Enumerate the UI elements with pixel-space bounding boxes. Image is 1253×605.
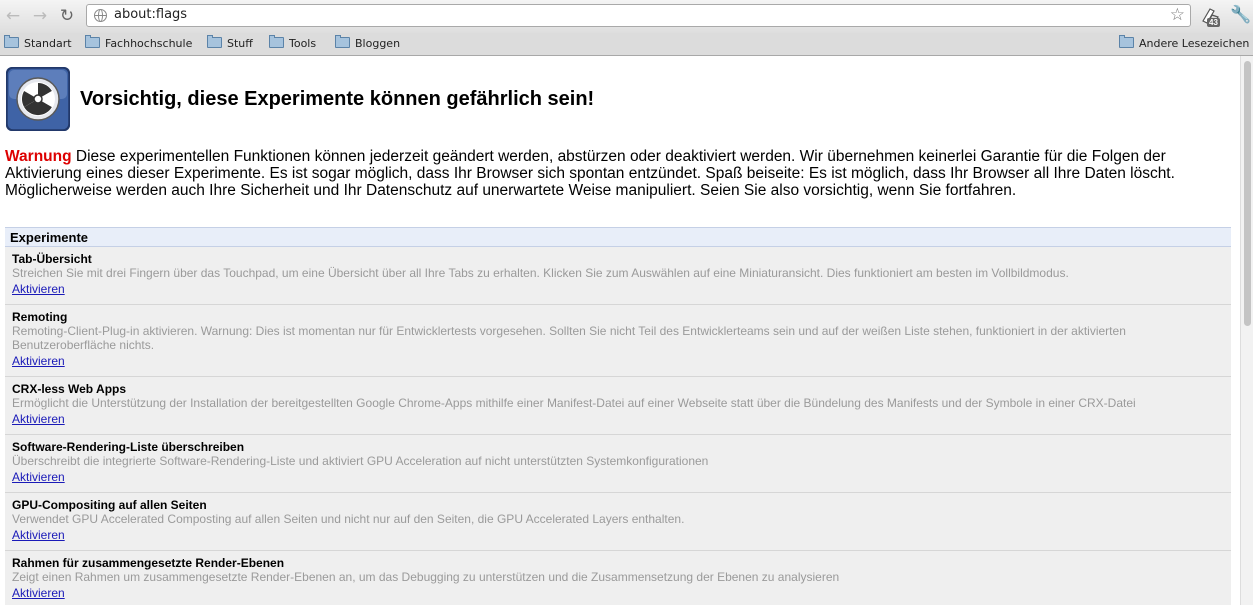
folder-icon: [335, 35, 350, 48]
url-text[interactable]: about:flags: [114, 7, 187, 22]
experiment-item: Software-Rendering-Liste überschreiben Üb…: [5, 435, 1231, 493]
bookmark-folder-other[interactable]: Andere Lesezeichen: [1119, 35, 1250, 52]
page-content: Vorsichtig, diese Experimente können gef…: [0, 56, 1240, 605]
address-bar[interactable]: about:flags ☆: [86, 4, 1191, 27]
experiments-section: Experimente Tab-Übersicht Streichen Sie m…: [5, 227, 1231, 605]
experiment-item: GPU-Compositing auf allen Seiten Verwende…: [5, 493, 1231, 551]
bookmark-star-icon[interactable]: ☆: [1170, 5, 1185, 26]
activate-link[interactable]: Aktivieren: [12, 412, 65, 426]
experiment-name: Remoting: [12, 310, 68, 324]
bookmark-folder-fachhochschule[interactable]: Fachhochschule: [85, 35, 193, 52]
radiation-warning-icon: [6, 67, 70, 131]
warning-text: Diese experimentellen Funktionen können …: [5, 148, 1175, 199]
bookmark-folder-standart[interactable]: Standart: [4, 35, 72, 52]
globe-icon: [94, 9, 107, 22]
bookmarks-bar: Standart Fachhochschule Stuff Tools Blog…: [0, 33, 1253, 56]
folder-icon: [207, 35, 222, 48]
bookmark-label: Stuff: [227, 37, 253, 50]
extension-badge: 43: [1207, 18, 1220, 27]
experiment-description: Remoting-Client-Plug-in aktivieren. Warn…: [12, 324, 1126, 352]
wrench-menu-icon[interactable]: 🔧: [1230, 5, 1251, 25]
folder-icon: [269, 35, 284, 48]
activate-link[interactable]: Aktivieren: [12, 586, 65, 600]
bookmark-label: Andere Lesezeichen: [1139, 37, 1250, 50]
reload-icon[interactable]: ↻: [58, 6, 76, 26]
bookmark-label: Standart: [24, 37, 72, 50]
experiment-name: Tab-Übersicht: [12, 252, 92, 266]
browser-toolbar: ← → ↻ about:flags ☆ 43 🔧: [0, 0, 1253, 33]
experiment-description: Streichen Sie mit drei Fingern über das …: [12, 266, 1069, 280]
back-arrow-icon[interactable]: ←: [4, 6, 22, 26]
experiment-item: Remoting Remoting-Client-Plug-in aktivier…: [5, 305, 1231, 377]
folder-icon: [1119, 35, 1134, 48]
bookmark-label: Bloggen: [355, 37, 401, 50]
experiment-description: Ermöglicht die Unterstützung der Install…: [12, 396, 1136, 410]
vertical-scrollbar[interactable]: [1240, 56, 1253, 605]
activate-link[interactable]: Aktivieren: [12, 354, 65, 368]
experiment-name: CRX-less Web Apps: [12, 382, 127, 396]
experiment-name: GPU-Compositing auf allen Seiten: [12, 498, 207, 512]
experiment-item: Tab-Übersicht Streichen Sie mit drei Fing…: [5, 247, 1231, 305]
experiment-name: Software-Rendering-Liste überschreiben: [12, 440, 245, 454]
bookmark-folder-bloggen[interactable]: Bloggen: [335, 35, 401, 52]
bookmark-label: Tools: [289, 37, 317, 50]
experiment-item: Rahmen für zusammengesetzte Render-Ebene…: [5, 551, 1231, 605]
warning-paragraph: Warnung Diese experimentellen Funktionen…: [5, 148, 1230, 199]
bookmark-folder-tools[interactable]: Tools: [269, 35, 317, 52]
experiment-description: Zeigt einen Rahmen um zusammengesetzte R…: [12, 570, 840, 584]
bookmark-label: Fachhochschule: [105, 37, 193, 50]
experiment-name: Rahmen für zusammengesetzte Render-Ebene…: [12, 556, 285, 570]
section-header: Experimente: [5, 227, 1231, 247]
warning-label: Warnung: [5, 148, 72, 165]
experiment-item: CRX-less Web Apps Ermöglicht die Unterstü…: [5, 377, 1231, 435]
page-title: Vorsichtig, diese Experimente können gef…: [80, 88, 595, 110]
activate-link[interactable]: Aktivieren: [12, 470, 65, 484]
folder-icon: [85, 35, 100, 48]
scrollbar-thumb[interactable]: [1244, 61, 1251, 326]
bookmark-folder-stuff[interactable]: Stuff: [207, 35, 253, 52]
activate-link[interactable]: Aktivieren: [12, 528, 65, 542]
experiment-description: Überschreibt die integrierte Software-Re…: [12, 454, 709, 468]
folder-icon: [4, 35, 19, 48]
forward-arrow-icon[interactable]: →: [31, 6, 49, 26]
activate-link[interactable]: Aktivieren: [12, 282, 65, 296]
experiment-description: Verwendet GPU Accelerated Composting auf…: [12, 512, 685, 526]
